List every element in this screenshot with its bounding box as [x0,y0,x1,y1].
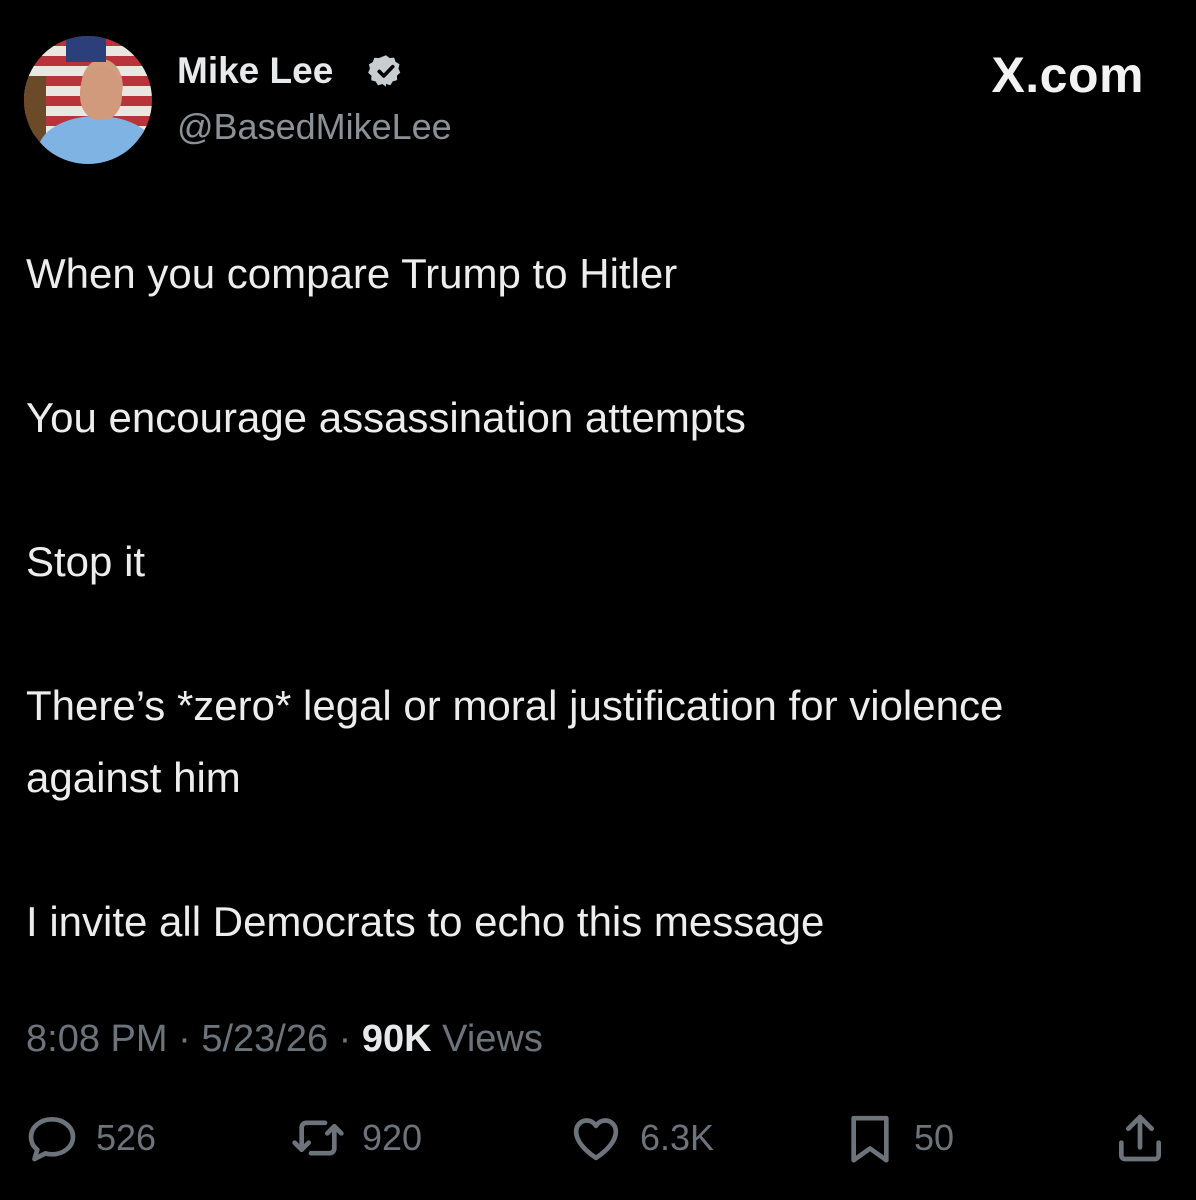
post-meta: 8:08 PM · 5/23/26 · 90K Views [26,1018,543,1061]
post-line: Stop it [26,538,146,585]
flag-canton [66,36,106,62]
speech-bubble-icon [28,1117,76,1162]
heart-icon [573,1118,619,1161]
author-name[interactable]: Mike Lee [177,50,333,92]
repost-count: 920 [362,1117,423,1158]
post-line: There’s *zero* legal or moral justificat… [26,682,1004,801]
avatar-shirt [38,116,152,164]
repost-icon [292,1120,344,1156]
avatar-head [80,66,122,120]
reply-count: 526 [96,1117,157,1158]
author-handle[interactable]: @BasedMikeLee [177,106,452,148]
repost-button[interactable]: 920 [290,1108,422,1168]
post-body: When you compare Trump to Hitler You enc… [26,238,1166,1030]
post-time[interactable]: 8:08 PM [26,1018,168,1060]
post-line: I invite all Democrats to echo this mess… [26,898,825,945]
share-icon [1119,1114,1161,1162]
meta-separator: · [178,1018,191,1060]
bookmark-button[interactable]: 50 [842,1108,954,1168]
action-bar: 526 920 6.3K 50 [0,1108,1196,1168]
bookmark-count: 50 [914,1117,955,1158]
post-date[interactable]: 5/23/26 [201,1018,328,1060]
meta-separator: · [338,1018,352,1060]
verified-badge-icon [368,55,401,87]
reply-button[interactable]: 526 [24,1108,156,1168]
share-button[interactable] [1112,1108,1184,1168]
brand-logo: X.com [991,47,1144,103]
views-count: 90K [361,1018,432,1060]
views-label: Views [442,1018,543,1060]
bookmark-icon [851,1115,889,1163]
like-button[interactable]: 6.3K [568,1108,714,1168]
post-line: You encourage assassination attempts [26,394,746,441]
like-count: 6.3K [640,1117,715,1158]
post-line: When you compare Trump to Hitler [26,250,678,297]
avatar[interactable] [24,36,152,164]
